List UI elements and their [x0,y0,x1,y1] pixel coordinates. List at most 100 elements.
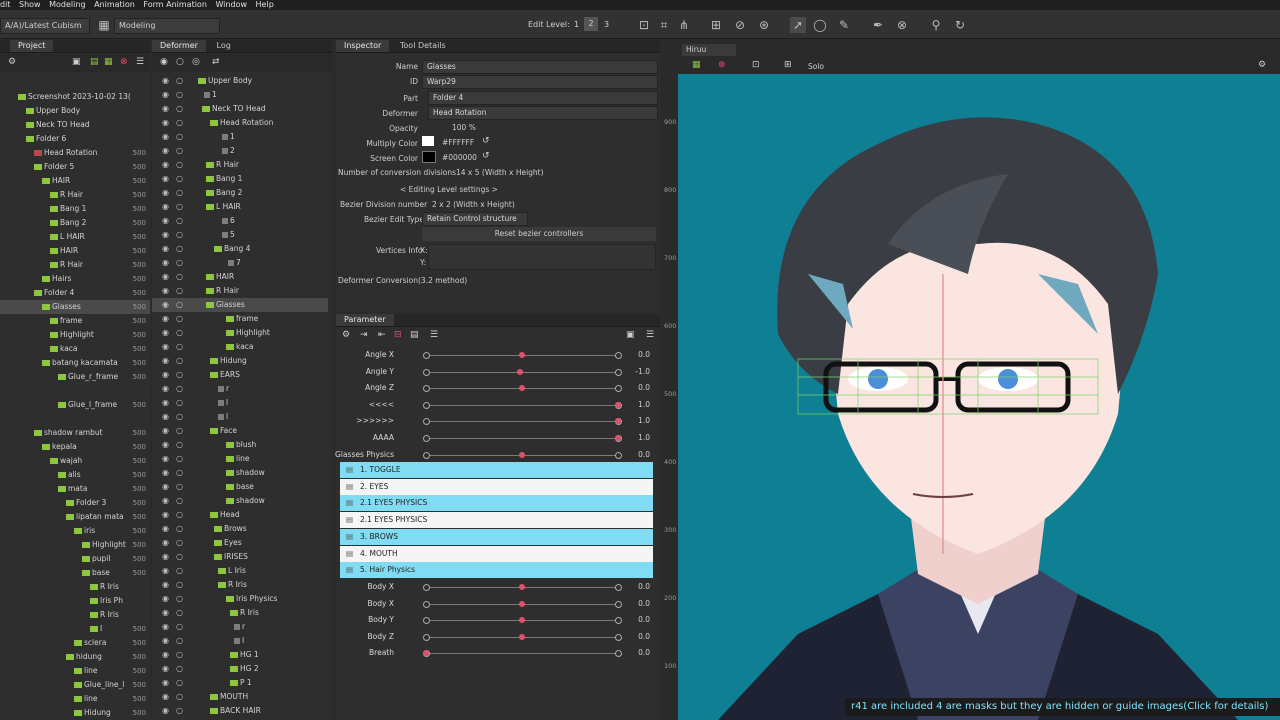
lock-circle-icon[interactable]: ○ [176,690,183,704]
deformer-tree-row[interactable]: ◉ ○ R Iris [152,578,328,592]
project-tree-row[interactable]: Glue_r_frame 500 [0,370,150,384]
project-tree-row[interactable]: Folder 6 [0,132,150,146]
visibility-eye-icon[interactable]: ◉ [162,578,169,592]
visibility-eye-icon[interactable]: ◉ [162,620,169,634]
param-table-icon[interactable]: ▤ [410,330,419,340]
parameter-value[interactable]: 1.0 [622,416,650,425]
deformer-tree-row[interactable]: ◉ ○ l [152,396,328,410]
lock-circle-icon[interactable]: ○ [176,648,183,662]
project-tree-row[interactable]: wajah 500 [0,454,150,468]
parameter-slider-track[interactable] [426,404,618,406]
project-tree-row[interactable]: HAIR 500 [0,174,150,188]
lock-circle-icon[interactable]: ○ [176,158,183,172]
tab-parameter[interactable]: Parameter [336,314,394,326]
parameter-value[interactable]: 0.0 [622,648,650,657]
viewport-settings-icon[interactable]: ⚙ [1258,60,1266,70]
lock-circle-icon[interactable]: ○ [176,242,183,256]
visibility-eye-icon[interactable]: ◉ [162,592,169,606]
visibility-eye-icon[interactable]: ◉ [162,438,169,452]
lock-circle-icon[interactable]: ○ [176,606,183,620]
lock-circle-icon[interactable]: ○ [176,466,183,480]
lock-circle-icon[interactable]: ○ [176,452,183,466]
visibility-eye-icon[interactable]: ◉ [162,74,169,88]
deformer-tree-row[interactable]: ◉ ○ EARS [152,368,328,382]
lock-circle-icon[interactable]: ○ [176,704,183,718]
deformer-tree-row[interactable]: ◉ ○ HG 1 [152,648,328,662]
tab-project[interactable]: Project [10,40,54,52]
bezier-icon[interactable]: ⌗ [656,17,672,33]
project-tree-row[interactable]: kepala 500 [0,440,150,454]
visibility-eye-icon[interactable]: ◉ [162,200,169,214]
tab-deformer[interactable]: Deformer [152,40,206,52]
lock-circle-icon[interactable]: ○ [176,396,183,410]
deformer-tree-row[interactable]: ◉ ○ l [152,410,328,424]
parameter-slider-knob[interactable] [519,352,525,358]
visibility-eye-icon[interactable]: ◉ [162,382,169,396]
project-tree-row[interactable]: frame 500 [0,314,150,328]
part-select[interactable]: Folder 4 [428,91,658,105]
project-tree-row[interactable]: Highlight 500 [0,328,150,342]
lock-circle-icon[interactable]: ○ [176,340,183,354]
project-tree-row[interactable]: I 500 [0,622,150,636]
parameter-group[interactable]: ▤ 1. TOGGLE [340,462,653,478]
project-tree-row[interactable]: HAIR 500 [0,244,150,258]
deformer-tree-row[interactable]: ◉ ○ kaca [152,340,328,354]
visibility-eye-icon[interactable]: ◉ [162,270,169,284]
eye-toggle-icon[interactable]: ◉ [160,57,168,67]
deformer-tree-row[interactable]: ◉ ○ Hidung [152,354,328,368]
project-tree-row[interactable]: batang kacamata 500 [0,356,150,370]
visibility-eye-icon[interactable]: ◉ [162,410,169,424]
project-tree-row[interactable]: Head Rotation 500 [0,146,150,160]
lock-toggle-icon[interactable]: ◎ [192,57,200,67]
project-tree-row[interactable]: Folder 4 500 [0,286,150,300]
parameter-value[interactable]: 0.0 [622,582,650,591]
project-tree-row[interactable]: R Iris [0,580,150,594]
parameter-group[interactable]: ▤ 3. BROWS [340,528,653,545]
opacity-value[interactable]: 100 % [452,123,476,132]
menu-animation[interactable]: Animation [94,0,141,10]
deformer-tree-row[interactable]: ◉ ○ 1 [152,130,328,144]
lock-circle-icon[interactable]: ○ [176,620,183,634]
parameter-slider-knob[interactable] [519,451,525,458]
project-tree-row[interactable]: base 500 [0,566,150,580]
lock-circle-icon[interactable]: ○ [176,508,183,522]
tab-log[interactable]: Log [209,40,239,52]
deformer-tree-row[interactable]: ◉ ○ MOUTH [152,690,328,704]
deformer-tree-row[interactable]: ◉ ○ frame [152,312,328,326]
settings-icon[interactable]: ⚙ [8,57,16,67]
delete-icon[interactable]: ⊗ [120,57,128,67]
project-tree-row[interactable]: R Hair 500 [0,258,150,272]
project-tree-row[interactable]: Bang 2 500 [0,216,150,230]
deformer-tree-row[interactable]: ◉ ○ Brows [152,522,328,536]
project-tree-row[interactable]: kaca 500 [0,342,150,356]
lock-circle-icon[interactable]: ○ [176,410,183,424]
circle-toggle-icon[interactable]: ○ [176,57,184,67]
lock-circle-icon[interactable]: ○ [176,270,183,284]
parameter-value[interactable]: 0.0 [622,632,650,641]
rotate-icon[interactable]: ⊘ [732,17,748,33]
visibility-eye-icon[interactable]: ◉ [162,704,169,718]
deformer-tree-row[interactable]: ◉ ○ HG 2 [152,662,328,676]
tab-inspector[interactable]: Inspector [336,40,390,52]
edit-level-1[interactable]: 1 [574,20,579,29]
lock-circle-icon[interactable]: ○ [176,368,183,382]
deformer-tree-row[interactable]: ◉ ○ Eyes [152,536,328,550]
visibility-eye-icon[interactable]: ◉ [162,326,169,340]
status-message[interactable]: r41 are included 4 are masks but they ar… [845,698,1280,716]
parameter-slider-track[interactable] [426,653,618,655]
visibility-eye-icon[interactable]: ◉ [162,480,169,494]
param-view-icon[interactable]: ▣ [626,330,635,340]
mesh-icon[interactable]: ⊞ [708,17,724,33]
parameter-value[interactable]: 0.0 [622,599,650,608]
project-tree-row[interactable]: Glasses 500 [0,300,150,314]
lock-circle-icon[interactable]: ○ [176,522,183,536]
deformer-tree-row[interactable]: ◉ ○ 5 [152,228,328,242]
new-part-icon[interactable]: ▦ [104,57,113,67]
multiply-color-swatch[interactable] [422,136,434,146]
parameter-group[interactable]: ▤ 2. EYES [340,478,653,495]
parameter-value[interactable]: 1.0 [622,400,650,409]
warp-icon[interactable]: ⊗ [894,17,910,33]
visibility-eye-icon[interactable]: ◉ [162,354,169,368]
visibility-eye-icon[interactable]: ◉ [162,522,169,536]
deformer-tree-row[interactable]: ◉ ○ Face [152,424,328,438]
